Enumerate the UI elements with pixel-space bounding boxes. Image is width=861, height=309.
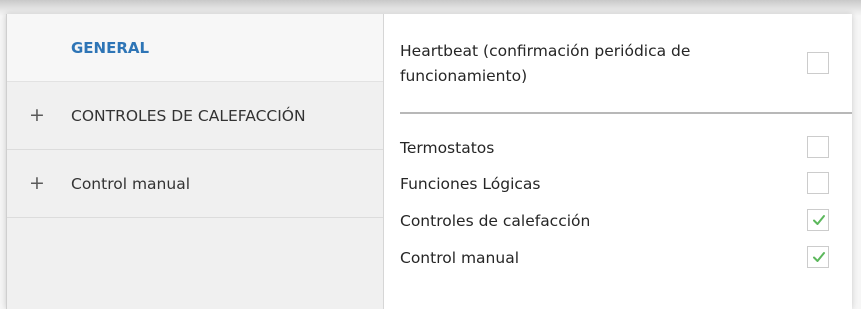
expand-plus-icon[interactable]: + [29, 106, 45, 125]
sidebar-item-general[interactable]: GENERAL [7, 14, 383, 82]
heartbeat-label-line2: funcionamiento) [400, 67, 528, 85]
parameters-window: GENERAL + CONTROLES DE CALEFACCIÓN + Con… [6, 14, 852, 309]
termostatos-label: Termostatos [400, 139, 495, 157]
expand-plus-icon[interactable]: + [29, 174, 45, 193]
settings-panel: Heartbeat (confirmación periódica de fun… [384, 14, 852, 309]
sidebar: GENERAL + CONTROLES DE CALEFACCIÓN + Con… [7, 14, 384, 309]
sidebar-item-label: CONTROLES DE CALEFACCIÓN [71, 106, 306, 125]
sidebar-item-control-manual[interactable]: + Control manual [7, 150, 383, 218]
sidebar-item-label: Control manual [71, 174, 191, 193]
funciones-logicas-checkbox[interactable] [807, 172, 829, 194]
controles-de-calefaccion-label: Controles de calefacción [400, 212, 591, 230]
section-divider [400, 112, 852, 114]
sidebar-item-label: GENERAL [71, 38, 150, 57]
checkmark-icon [813, 215, 825, 225]
heartbeat-checkbox[interactable] [807, 52, 829, 74]
funciones-logicas-label: Funciones Lógicas [400, 175, 541, 193]
screen-background: GENERAL + CONTROLES DE CALEFACCIÓN + Con… [0, 0, 861, 309]
termostatos-checkbox[interactable] [807, 136, 829, 158]
heartbeat-label-line1: Heartbeat (confirmación periódica de [400, 42, 691, 60]
controles-de-calefaccion-checkbox[interactable] [807, 209, 829, 231]
control-manual-checkbox[interactable] [807, 246, 829, 268]
sidebar-item-controles-de-calefaccion[interactable]: + CONTROLES DE CALEFACCIÓN [7, 82, 383, 150]
control-manual-label: Control manual [400, 249, 520, 267]
checkmark-icon [813, 252, 825, 262]
